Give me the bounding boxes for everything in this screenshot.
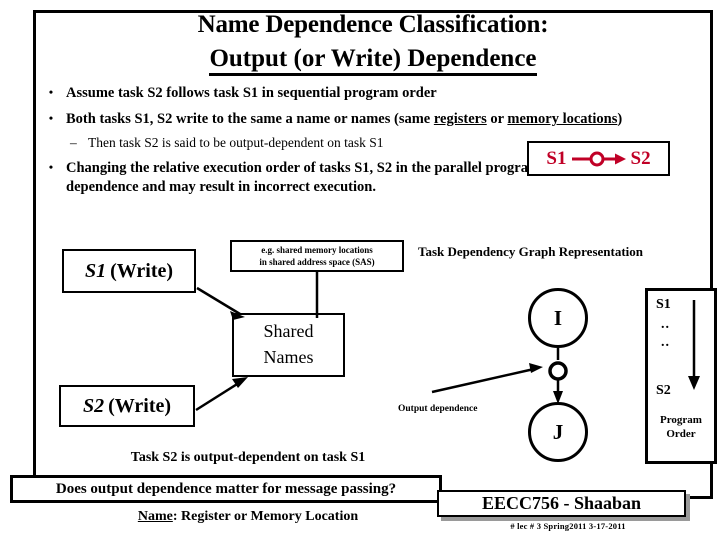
program-order-box: S1 .. .. S2 Program Order <box>645 288 717 464</box>
task-s1-label: S1 <box>84 259 107 282</box>
program-order-first: S1 <box>656 297 671 312</box>
name-definition-line: Name: Register or Memory Location <box>33 509 463 525</box>
graph-node-j: J <box>528 402 588 462</box>
program-order-last: S2 <box>656 383 671 398</box>
task-s2-write-text: (Write) <box>108 394 172 417</box>
footer-course-box: EECC756 - Shaaban <box>437 490 686 517</box>
page-title-line1: Name Dependence Classification: <box>197 11 549 38</box>
sub-bullet-marker: – <box>70 135 77 151</box>
sas-note-box: e.g. shared memory locations in shared a… <box>230 240 404 272</box>
bullet-marker: • <box>48 160 54 175</box>
sub-bullet-text: Then task S2 is said to be output-depend… <box>88 135 384 151</box>
page-title-line2-underline: Output (or Write) Dependence <box>209 45 537 76</box>
bullet-text-1: Assume task S2 follows task S1 in sequen… <box>66 84 696 103</box>
notation-right-label: S2 <box>630 148 651 169</box>
program-order-label-line2: Order <box>666 428 696 441</box>
task-statement: Task S2 is output-dependent on task S1 <box>130 450 366 465</box>
page-title-line2: Output (or Write) Dependence <box>33 45 713 76</box>
bullet-marker: • <box>48 85 54 99</box>
program-order-dots-2: .. <box>661 335 670 350</box>
program-order-label: Program Order <box>648 413 714 442</box>
bullet-text-2-b: or <box>486 111 508 128</box>
task-dependency-graph-caption: Task Dependency Graph Representation <box>418 244 643 259</box>
bullet-item-2: • Both tasks S1, S2 write to the same a … <box>36 110 696 129</box>
footer-meta: # lec # 3 Spring2011 3-17-2011 <box>510 521 626 531</box>
bullet-marker: • <box>48 111 54 126</box>
bullet-text-2-memory-locations: memory locations <box>507 111 618 128</box>
shared-names-line2: Names <box>263 347 314 367</box>
program-order-dots-1: .. <box>661 317 670 332</box>
arrow-with-circle-icon <box>571 150 627 168</box>
shared-names-box: Shared Names <box>232 313 345 377</box>
task-s1-write-text: (Write) <box>110 259 174 282</box>
task-s1-write-box: S1 (Write) <box>62 249 196 293</box>
task-s2-write-box: S2 (Write) <box>59 385 195 427</box>
graph-node-i: I <box>528 288 588 348</box>
bullet-text-2: Both tasks S1, S2 write to the same a na… <box>66 110 696 129</box>
notation-left-label: S1 <box>546 148 567 169</box>
program-order-label-line1: Program <box>660 414 702 426</box>
name-definition-keyword: Name <box>137 509 173 524</box>
output-dependence-edge-label: Output dependence <box>398 404 478 414</box>
sas-note-line2: in shared address space (SAS) <box>259 257 375 267</box>
bullet-text-2-c: ) <box>617 111 623 128</box>
bullet-text-2-a: Both tasks S1, S2 write to the same a na… <box>66 111 434 128</box>
bullet-text-1-part: Assume task S2 follows task S1 in sequen… <box>66 85 437 101</box>
bullet-item-1: • Assume task S2 follows task S1 in sequ… <box>36 84 696 103</box>
bullet-text-2-registers: registers <box>433 111 487 128</box>
name-definition-rest: : Register or Memory Location <box>172 509 359 524</box>
output-dependence-notation-box: S1 S2 <box>527 141 670 176</box>
shared-names-line1: Shared <box>263 321 314 342</box>
slide-root: Name Dependence Classification: Output (… <box>0 0 720 540</box>
question-box: Does output dependence matter for messag… <box>10 475 442 503</box>
sas-note-line1: e.g. shared memory locations <box>261 244 373 255</box>
task-s2-label: S2 <box>82 394 105 417</box>
